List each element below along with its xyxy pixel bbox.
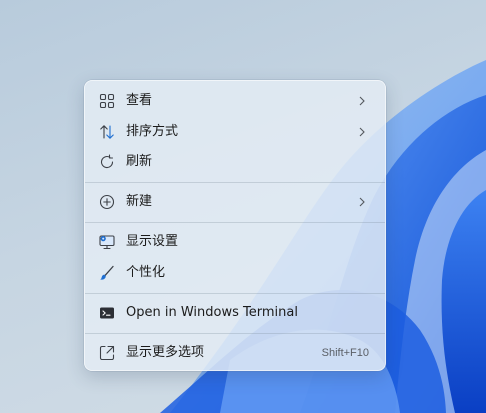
chevron-right-icon <box>357 126 367 138</box>
menu-item-sort-by[interactable]: 排序方式 <box>89 118 381 146</box>
desktop-background[interactable]: 查看 排序方式 刷新 新建 显示设置 个性化 Open in Windows T… <box>0 0 486 413</box>
menu-separator <box>85 222 385 223</box>
display-settings-icon <box>99 234 115 250</box>
menu-item-open-windows-terminal[interactable]: Open in Windows Terminal <box>89 299 381 327</box>
chevron-right-icon <box>357 95 367 107</box>
menu-item-label: Open in Windows Terminal <box>126 305 298 320</box>
menu-item-refresh[interactable]: 刷新 <box>89 148 381 176</box>
menu-item-label: 排序方式 <box>126 124 179 139</box>
menu-item-personalize[interactable]: 个性化 <box>89 259 381 287</box>
paintbrush-icon <box>99 265 115 281</box>
menu-item-display-settings[interactable]: 显示设置 <box>89 228 381 256</box>
menu-item-new[interactable]: 新建 <box>89 188 381 216</box>
sort-arrows-icon <box>99 124 115 140</box>
terminal-icon <box>99 305 115 321</box>
desktop-context-menu: 查看 排序方式 刷新 新建 显示设置 个性化 Open in Windows T… <box>84 80 386 371</box>
menu-item-label: 刷新 <box>126 154 153 169</box>
grid-view-icon <box>99 93 115 109</box>
menu-item-show-more-options[interactable]: 显示更多选项 Shift+F10 <box>89 339 381 367</box>
menu-item-label: 显示设置 <box>126 234 179 249</box>
show-more-options-icon <box>99 345 115 361</box>
menu-item-label: 个性化 <box>126 265 166 280</box>
keyboard-shortcut: Shift+F10 <box>321 347 369 359</box>
menu-separator <box>85 182 385 183</box>
menu-separator <box>85 293 385 294</box>
menu-separator <box>85 333 385 334</box>
add-circle-icon <box>99 194 115 210</box>
menu-item-label: 查看 <box>126 93 153 108</box>
menu-item-view[interactable]: 查看 <box>89 87 381 115</box>
menu-item-label: 新建 <box>126 194 153 209</box>
refresh-icon <box>99 154 115 170</box>
menu-item-label: 显示更多选项 <box>126 345 205 360</box>
chevron-right-icon <box>357 196 367 208</box>
